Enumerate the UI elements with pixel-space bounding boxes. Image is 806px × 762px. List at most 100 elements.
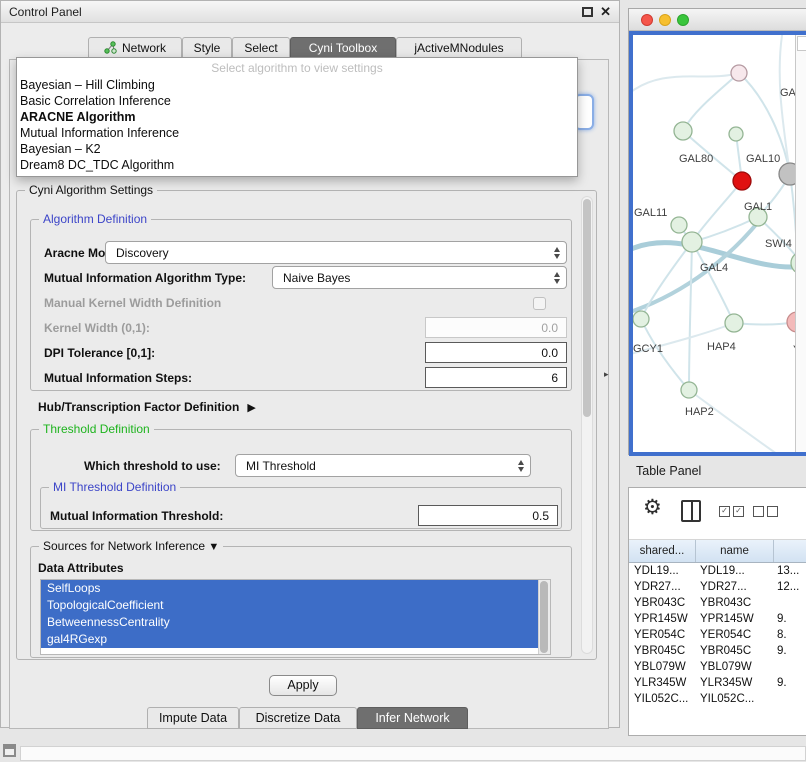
network-node[interactable] <box>671 217 687 233</box>
mi-threshold-field[interactable]: 0.5 <box>418 505 558 526</box>
algorithm-option[interactable]: Bayesian – K2 <box>17 141 577 157</box>
attribute-item[interactable]: SelfLoops <box>41 580 539 597</box>
network-node[interactable] <box>731 65 747 81</box>
network-edge[interactable] <box>641 242 692 319</box>
tab-jactivemodules[interactable]: jActiveMNodules <box>396 37 522 58</box>
tab-infer-network[interactable]: Infer Network <box>357 707 468 729</box>
table-row[interactable]: YBR043CYBR043C <box>629 595 806 611</box>
select-all-checkboxes-icon[interactable]: ✓ ✓ <box>719 506 744 517</box>
network-edge[interactable] <box>692 181 742 242</box>
gear-icon[interactable]: ⚙ <box>643 496 662 520</box>
network-node[interactable] <box>733 172 751 190</box>
restore-panel-icon[interactable] <box>3 744 16 757</box>
table-cell: 12... <box>772 579 806 595</box>
aracne-mode-select[interactable]: Discovery <box>105 241 567 264</box>
sources-legend[interactable]: Sources for Network Inference ▼ <box>39 539 223 553</box>
network-canvas[interactable]: GALGAL80GAL10GAL11GAL1SWI4GAL4GCY1HAP4HA… <box>629 31 806 456</box>
table-row[interactable]: YBL079WYBL079W <box>629 659 806 675</box>
table-row[interactable]: YLR345WYLR345W9. <box>629 675 806 691</box>
attribute-item[interactable]: gal4RGexp <box>41 631 539 648</box>
minimize-traffic-light[interactable] <box>659 14 671 26</box>
table-cell: 9. <box>772 643 806 659</box>
algorithm-definition-legend: Algorithm Definition <box>39 212 151 226</box>
network-window-titlebar <box>629 9 806 31</box>
table-body: YDL19...YDL19...13...YDR27...YDR27...12.… <box>629 563 806 735</box>
tab-select[interactable]: Select <box>232 37 290 58</box>
network-node[interactable] <box>633 311 649 327</box>
node-label: GCY1 <box>633 343 663 355</box>
mi-steps-label: Mutual Information Steps: <box>44 371 192 385</box>
algorithm-option[interactable]: ARACNE Algorithm <box>17 109 577 125</box>
algorithm-option[interactable]: Dream8 DC_TDC Algorithm <box>17 157 577 173</box>
data-attributes-list[interactable]: SelfLoopsTopologicalCoefficientBetweenne… <box>40 579 551 655</box>
attribute-item[interactable]: TopologicalCoefficient <box>41 597 539 614</box>
zoom-traffic-light[interactable] <box>677 14 689 26</box>
network-node[interactable] <box>681 382 697 398</box>
columns-icon[interactable] <box>681 500 701 522</box>
table-row[interactable]: YIL052C...YIL052C... <box>629 691 806 707</box>
table-panel-title: Table Panel <box>636 464 701 478</box>
apply-button[interactable]: Apply <box>269 675 337 696</box>
dpi-tolerance-field[interactable]: 0.0 <box>425 342 567 363</box>
network-edge[interactable] <box>689 390 793 455</box>
attributes-scrollbar[interactable] <box>538 580 550 654</box>
table-toolbar: ⚙ ✓ ✓ <box>629 488 806 540</box>
table-cell: 9. <box>772 675 806 691</box>
tab-network[interactable]: Network <box>88 37 182 58</box>
network-node[interactable] <box>674 122 692 140</box>
mi-threshold-definition-legend: MI Threshold Definition <box>49 480 180 494</box>
node-label: GAL10 <box>746 153 780 165</box>
mi-steps-field[interactable]: 6 <box>425 367 567 388</box>
manual-kernel-checkbox[interactable] <box>533 297 546 310</box>
column-header-partial[interactable] <box>774 540 806 562</box>
float-window-icon[interactable] <box>582 7 593 17</box>
column-header-name[interactable]: name <box>696 540 774 562</box>
table-row[interactable]: YPR145WYPR145W9. <box>629 611 806 627</box>
mi-type-label: Mutual Information Algorithm Type: <box>44 271 246 285</box>
tab-discretize-data[interactable]: Discretize Data <box>239 707 357 729</box>
network-edge[interactable] <box>683 73 739 131</box>
horizontal-scrollbar[interactable] <box>20 746 806 761</box>
algorithm-option[interactable]: Basic Correlation Inference <box>17 93 577 109</box>
close-traffic-light[interactable] <box>641 14 653 26</box>
settings-scrollbar[interactable] <box>581 196 593 654</box>
aracne-mode-value: Discovery <box>116 246 169 260</box>
table-row[interactable]: YBR045CYBR045C9. <box>629 643 806 659</box>
attributes-scrollbar-thumb[interactable] <box>540 581 548 653</box>
clear-all-checkboxes-icon[interactable] <box>753 506 778 517</box>
tab-cyni-toolbox[interactable]: Cyni Toolbox <box>290 37 396 58</box>
algorithm-option-list: Bayesian – Hill ClimbingBasic Correlatio… <box>17 77 577 173</box>
checked-box-icon: ✓ <box>733 506 744 517</box>
window-title: Control Panel <box>9 1 82 23</box>
network-node[interactable] <box>725 314 743 332</box>
splitter-arrow-icon[interactable]: ▸ <box>604 369 609 380</box>
scrollbar-button[interactable] <box>797 36 806 51</box>
tab-impute-data[interactable]: Impute Data <box>147 707 239 729</box>
algorithm-option[interactable]: Bayesian – Hill Climbing <box>17 77 577 93</box>
network-vertical-scrollbar[interactable] <box>795 35 806 452</box>
tab-style[interactable]: Style <box>182 37 232 58</box>
network-node[interactable] <box>682 232 702 252</box>
table-row[interactable]: YDL19...YDL19...13... <box>629 563 806 579</box>
hub-definition-label: Hub/Transcription Factor Definition <box>38 400 239 414</box>
network-view-window: GALGAL80GAL10GAL11GAL1SWI4GAL4GCY1HAP4HA… <box>628 8 806 455</box>
network-edge[interactable] <box>633 73 739 95</box>
which-threshold-select[interactable]: MI Threshold <box>235 454 531 477</box>
settings-scrollbar-thumb[interactable] <box>583 199 591 417</box>
table-row[interactable]: YER054CYER054C8. <box>629 627 806 643</box>
table-cell: YLR345W <box>629 675 695 691</box>
network-node[interactable] <box>729 127 743 141</box>
kernel-width-field[interactable]: 0.0 <box>425 317 567 338</box>
node-label: GAL80 <box>679 153 713 165</box>
column-header-shared-name[interactable]: shared... <box>629 540 696 562</box>
table-row[interactable]: YDR27...YDR27...12... <box>629 579 806 595</box>
table-cell: YIL052C... <box>629 691 695 707</box>
algorithm-option[interactable]: Mutual Information Inference <box>17 125 577 141</box>
table-cell: YLR345W <box>695 675 772 691</box>
mi-type-select[interactable]: Naive Bayes <box>272 266 567 289</box>
node-label: HAP2 <box>685 406 714 418</box>
close-icon[interactable]: ✕ <box>600 3 611 21</box>
attribute-item[interactable]: BetweennessCentrality <box>41 614 539 631</box>
hub-definition-expander[interactable]: Hub/Transcription Factor Definition ▶ <box>38 400 256 414</box>
network-edge[interactable] <box>689 242 692 390</box>
